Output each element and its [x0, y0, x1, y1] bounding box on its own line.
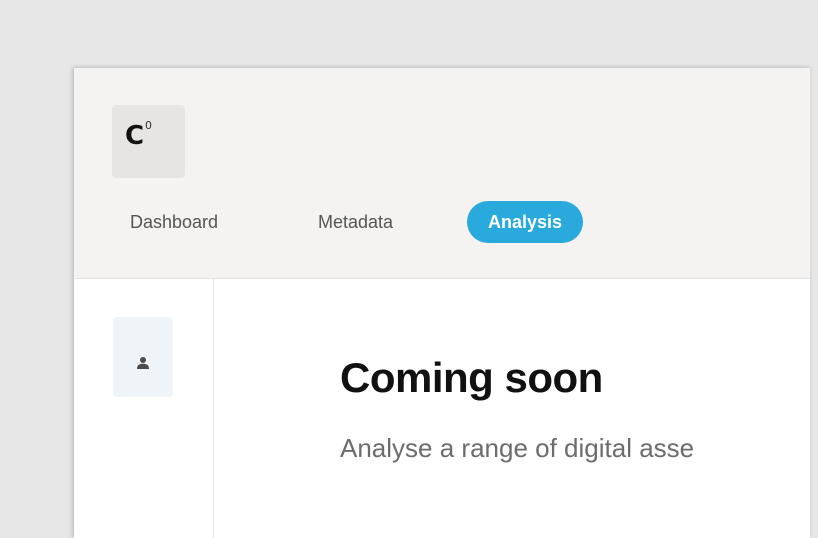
page-title: Coming soon: [340, 354, 603, 401]
nav-tab-dashboard[interactable]: Dashboard: [130, 202, 218, 242]
logo[interactable]: C 0: [112, 105, 185, 178]
nav-tab-analysis[interactable]: Analysis: [467, 201, 584, 243]
sidebar: [74, 279, 214, 538]
logo-superscript: 0: [145, 119, 152, 132]
nav-tab-metadata[interactable]: Metadata: [318, 202, 393, 242]
page-subtitle: Analyse a range of digital asse: [340, 433, 695, 463]
top-header: C 0 Dashboard Metadata Analysis: [74, 68, 810, 279]
logo-text: C: [125, 121, 144, 151]
app-window: C 0 Dashboard Metadata Analysis Coming s…: [74, 68, 810, 538]
user-icon: [137, 357, 149, 369]
main-content: Coming soon Analyse a range of digital a…: [214, 279, 810, 538]
sidebar-item-user[interactable]: [113, 317, 173, 397]
